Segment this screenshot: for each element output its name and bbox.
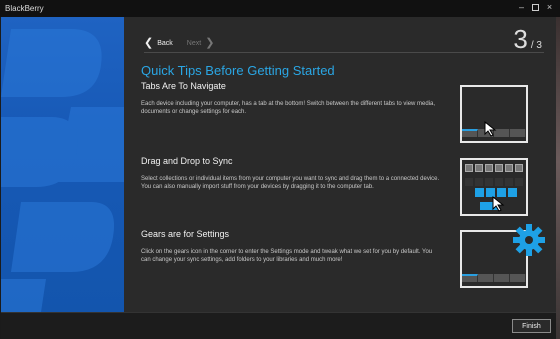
tip-drag-drop: Drag and Drop to Sync Select collections… [141,156,441,191]
tip-title: Gears are for Settings [141,229,230,239]
tab-illustration [510,274,526,282]
tip-body: Click on the gears icon in the corner to… [141,249,433,263]
app-title: BlackBerry [5,4,44,13]
cursor-icon [484,121,497,137]
collection-grid-illustration [465,164,523,172]
maximize-button[interactable] [532,4,539,11]
tip-gears: Gears are for Settings Click on the gear… [141,229,441,264]
tip-title: Tabs Are To Navigate [141,81,226,91]
blackberry-logo-watermark [1,29,124,312]
divider [144,52,544,53]
back-label: Back [157,40,173,47]
chevron-left-icon: ❮ [144,37,154,49]
main-content: ❮ Back Next ❯ 3 / 3 Quick Tips Before Ge… [124,17,556,312]
tip-body: Select collections or individual items f… [141,176,440,190]
tab-illustration [510,129,526,137]
collection-grid-illustration [465,178,523,186]
close-button[interactable]: × [545,2,554,13]
footer-bar: Finish [1,312,556,339]
step-total: / 3 [530,40,542,51]
title-bar: BlackBerry – × [0,0,560,17]
tab-illustration [462,129,478,137]
chevron-right-icon: ❯ [205,37,215,49]
cursor-icon [492,196,505,212]
brand-panel [1,17,124,312]
wizard-nav: ❮ Back Next ❯ [144,38,214,49]
page-title: Quick Tips Before Getting Started [141,63,335,78]
tip-title: Drag and Drop to Sync [141,156,233,166]
next-button[interactable]: Next ❯ [187,38,215,49]
drag-drop-illustration [460,158,528,216]
background-window-edge [556,17,560,339]
tab-illustration [494,274,510,282]
tab-illustration [478,274,494,282]
tip-body: Each device including your computer, has… [141,101,436,115]
tab-bar-illustration [462,274,526,282]
window-controls: – × [517,2,554,13]
back-button[interactable]: ❮ Back [144,38,173,49]
step-current: 3 [513,24,528,54]
minimize-button[interactable]: – [517,2,526,13]
step-indicator: 3 / 3 [513,24,542,55]
gear-icon [513,224,545,256]
tabs-illustration [460,85,528,143]
tab-illustration [462,274,478,282]
next-label: Next [186,40,202,47]
tip-tabs: Tabs Are To Navigate Each device includi… [141,81,441,116]
finish-button[interactable]: Finish [512,319,551,333]
